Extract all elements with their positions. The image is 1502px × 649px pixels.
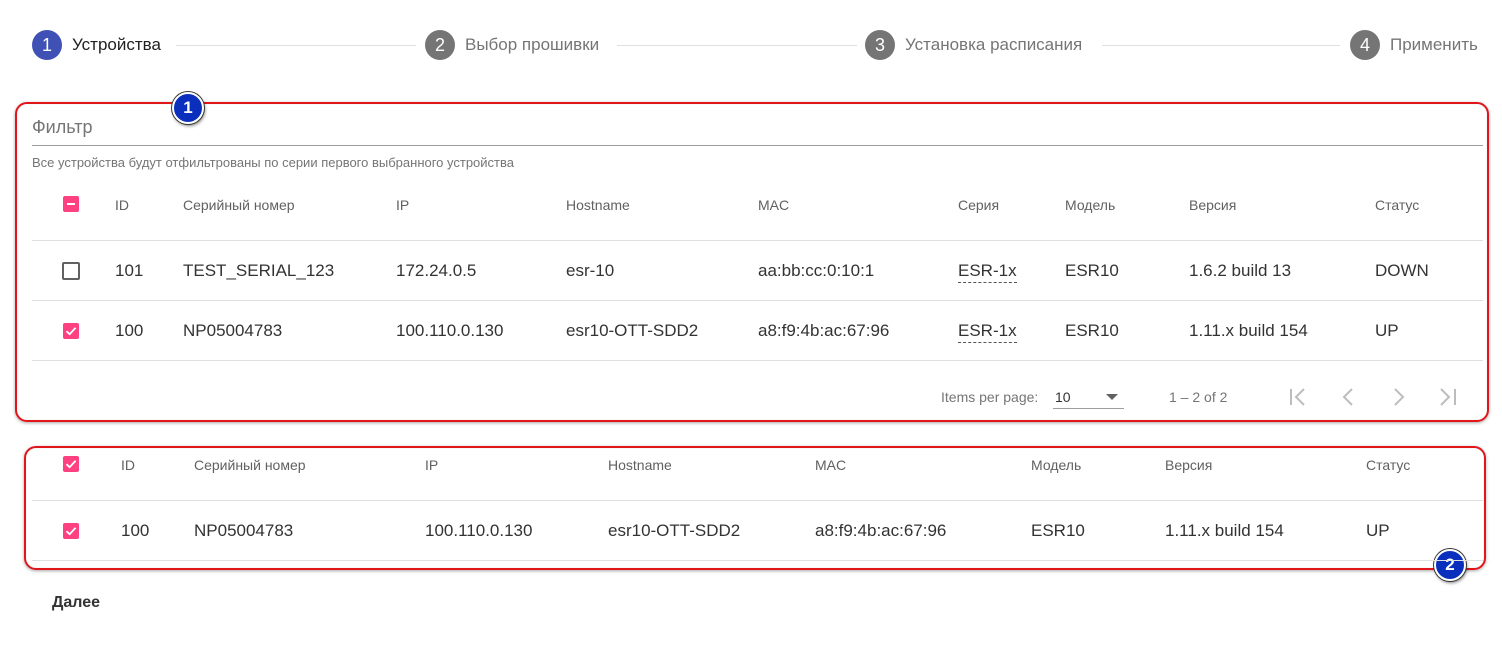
column-header-model[interactable]: Модель — [1065, 197, 1115, 213]
row-divider — [32, 240, 1483, 241]
cell-hostname: esr10-OTT-SDD2 — [566, 321, 699, 340]
cell-serial: TEST_SERIAL_123 — [183, 261, 335, 280]
step-4-number[interactable]: 4 — [1350, 30, 1380, 60]
cell-series[interactable]: ESR-1x — [958, 261, 1017, 283]
select-underline — [1053, 408, 1124, 409]
column-header-serial[interactable]: Серийный номер — [183, 197, 295, 213]
select-all-checkbox[interactable] — [63, 196, 79, 212]
items-per-page-value[interactable]: 10 — [1055, 389, 1071, 405]
minus-icon — [67, 203, 75, 205]
filter-underline — [32, 145, 1483, 146]
cell-id: 101 — [115, 261, 144, 280]
row-divider — [32, 500, 1483, 501]
column-header-version[interactable]: Версия — [1189, 197, 1236, 213]
column-header-mac[interactable]: MAC — [815, 457, 846, 473]
cell-version: 1.11.x build 154 — [1189, 321, 1308, 340]
row-checkbox[interactable] — [62, 262, 80, 280]
cell-status: UP — [1366, 521, 1390, 540]
range-label: 1 – 2 of 2 — [1169, 389, 1228, 405]
cell-model: ESR10 — [1031, 521, 1085, 540]
cell-mac: a8:f9:4b:ac:67:96 — [815, 521, 947, 540]
cell-serial: NP05004783 — [194, 521, 294, 540]
filter-input[interactable]: Фильтр — [32, 117, 92, 138]
cell-model: ESR10 — [1065, 261, 1119, 280]
column-header-status[interactable]: Статус — [1366, 457, 1410, 473]
column-header-version[interactable]: Версия — [1165, 457, 1212, 473]
step-2-number[interactable]: 2 — [425, 30, 455, 60]
dropdown-arrow-icon[interactable] — [1105, 393, 1119, 401]
column-header-hostname[interactable]: Hostname — [566, 197, 630, 213]
items-per-page-label: Items per page: — [941, 389, 1039, 405]
cell-ip: 100.110.0.130 — [425, 521, 533, 540]
step-connector — [617, 45, 857, 46]
checkmark-icon — [65, 327, 77, 336]
column-header-id[interactable]: ID — [121, 457, 135, 473]
column-header-id[interactable]: ID — [115, 197, 129, 213]
step-connector — [176, 45, 416, 46]
cell-model: ESR10 — [1065, 321, 1119, 340]
cell-hostname: esr10-OTT-SDD2 — [608, 521, 741, 540]
cell-version: 1.6.2 build 13 — [1189, 261, 1292, 280]
cell-serial: NP05004783 — [183, 321, 283, 340]
next-page-icon[interactable] — [1385, 383, 1413, 411]
checkmark-icon — [65, 460, 77, 469]
column-header-serial[interactable]: Серийный номер — [194, 457, 306, 473]
column-header-status[interactable]: Статус — [1375, 197, 1419, 213]
row-checkbox[interactable] — [63, 523, 79, 539]
cell-id: 100 — [115, 321, 144, 340]
column-header-model[interactable]: Модель — [1031, 457, 1081, 473]
row-divider — [32, 560, 1483, 561]
cell-status: DOWN — [1375, 261, 1429, 280]
column-header-ip[interactable]: IP — [425, 457, 438, 473]
step-3-number[interactable]: 3 — [865, 30, 895, 60]
column-header-series[interactable]: Серия — [958, 197, 999, 213]
last-page-icon[interactable] — [1433, 383, 1461, 411]
row-checkbox[interactable] — [63, 323, 79, 339]
checkmark-icon — [65, 527, 77, 536]
column-header-ip[interactable]: IP — [396, 197, 409, 213]
cell-ip: 100.110.0.130 — [396, 321, 504, 340]
step-1-number[interactable]: 1 — [32, 30, 62, 60]
cell-ip: 172.24.0.5 — [396, 261, 477, 280]
first-page-icon[interactable] — [1285, 383, 1313, 411]
callout-marker-1: 1 — [172, 92, 204, 124]
column-header-mac[interactable]: MAC — [758, 197, 789, 213]
step-4-label[interactable]: Применить — [1390, 35, 1478, 55]
step-3-label[interactable]: Установка расписания — [905, 35, 1082, 55]
previous-page-icon[interactable] — [1335, 383, 1363, 411]
column-header-hostname[interactable]: Hostname — [608, 457, 672, 473]
row-divider — [32, 300, 1483, 301]
filter-hint: Все устройства будут отфильтрованы по се… — [32, 155, 514, 170]
cell-mac: a8:f9:4b:ac:67:96 — [758, 321, 890, 340]
cell-version: 1.11.x build 154 — [1165, 521, 1284, 540]
step-1-label[interactable]: Устройства — [72, 35, 161, 55]
next-button[interactable]: Далее — [52, 594, 100, 612]
callout-marker-2: 2 — [1434, 549, 1466, 581]
step-2-label[interactable]: Выбор прошивки — [465, 35, 599, 55]
cell-hostname: esr-10 — [566, 261, 615, 280]
cell-series[interactable]: ESR-1x — [958, 321, 1017, 343]
row-divider — [32, 360, 1483, 361]
cell-status: UP — [1375, 321, 1399, 340]
cell-id: 100 — [121, 521, 150, 540]
cell-mac: aa:bb:cc:0:10:1 — [758, 261, 875, 280]
step-connector — [1102, 45, 1340, 46]
select-all-checkbox[interactable] — [63, 456, 79, 472]
